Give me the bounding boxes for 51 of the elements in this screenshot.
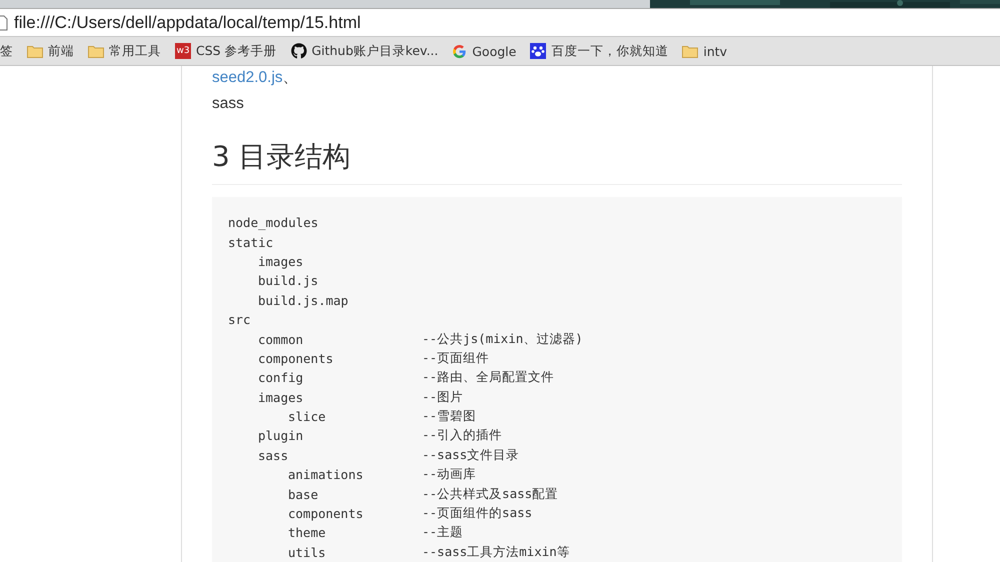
code-comment: --主题	[422, 524, 464, 542]
bookmark-item[interactable]: Github账户目录kev...	[290, 42, 438, 60]
folder-name: build.js	[258, 273, 318, 288]
code-comment: --sass文件目录	[422, 446, 520, 464]
folder-icon	[88, 44, 104, 58]
code-comment: --sass工具方法mixin等	[422, 544, 570, 561]
google-icon	[452, 44, 468, 58]
folder-name: images	[258, 254, 304, 269]
code-comment: --路由、全局配置文件	[422, 369, 554, 386]
folder-name: animations	[288, 467, 364, 482]
folder-name: src	[228, 312, 251, 328]
code-comment: --雪碧图	[422, 408, 476, 426]
github-icon	[290, 43, 307, 59]
url-text: file:///C:/Users/dell/appdata/local/temp/15.html	[14, 12, 361, 32]
folder-name: images	[258, 390, 304, 405]
bookmark-item[interactable]: intv	[682, 44, 728, 58]
code-comment: --引入的插件	[422, 427, 502, 444]
code-comment: --动画库	[422, 466, 476, 484]
paragraph-text: sass	[212, 94, 245, 114]
folder-name: utils	[288, 544, 326, 560]
folder-name: build.js.map	[258, 292, 348, 308]
bookmark-item[interactable]: w3 CSS 参考手册	[175, 42, 277, 60]
folder-icon	[27, 44, 43, 58]
bookmark-item[interactable]: 前端	[27, 42, 74, 60]
library-line: seed2.0.js、	[212, 68, 300, 88]
folder-name: config	[258, 370, 304, 386]
folder-name: plugin	[258, 428, 304, 444]
folder-name: static	[228, 234, 274, 250]
folder-name: sass	[258, 448, 288, 463]
folder-name: components	[258, 350, 334, 366]
code-comment: --公共样式及sass配置	[422, 486, 558, 503]
code-comment: --页面组件的sass	[422, 505, 532, 522]
paw-icon	[530, 43, 546, 59]
bookmark-item[interactable]: 常用工具	[88, 42, 161, 60]
folder-name: base	[288, 486, 318, 502]
w3-logo-icon: w3	[175, 43, 191, 59]
code-comment: --图片	[422, 388, 464, 406]
code-comment: --公共js(mixin、过滤器)	[422, 330, 583, 348]
seed-link[interactable]: seed2.0.js	[212, 69, 283, 86]
bookmark-item[interactable]: 百度一下，你就知道	[530, 42, 668, 60]
code-comment: --页面组件	[422, 350, 490, 367]
folder-name: common	[258, 332, 304, 347]
folder-name: node_modules	[228, 215, 318, 230]
bookmark-item[interactable]: Google	[452, 44, 516, 58]
folder-name: slice	[288, 409, 326, 424]
page-icon	[0, 14, 8, 30]
section-heading: 3 目录结构	[212, 138, 902, 185]
folder-icon	[682, 44, 698, 58]
folder-name: theme	[288, 525, 326, 540]
bookmark-item[interactable]: 签	[0, 42, 13, 60]
folder-name: components	[288, 506, 364, 522]
